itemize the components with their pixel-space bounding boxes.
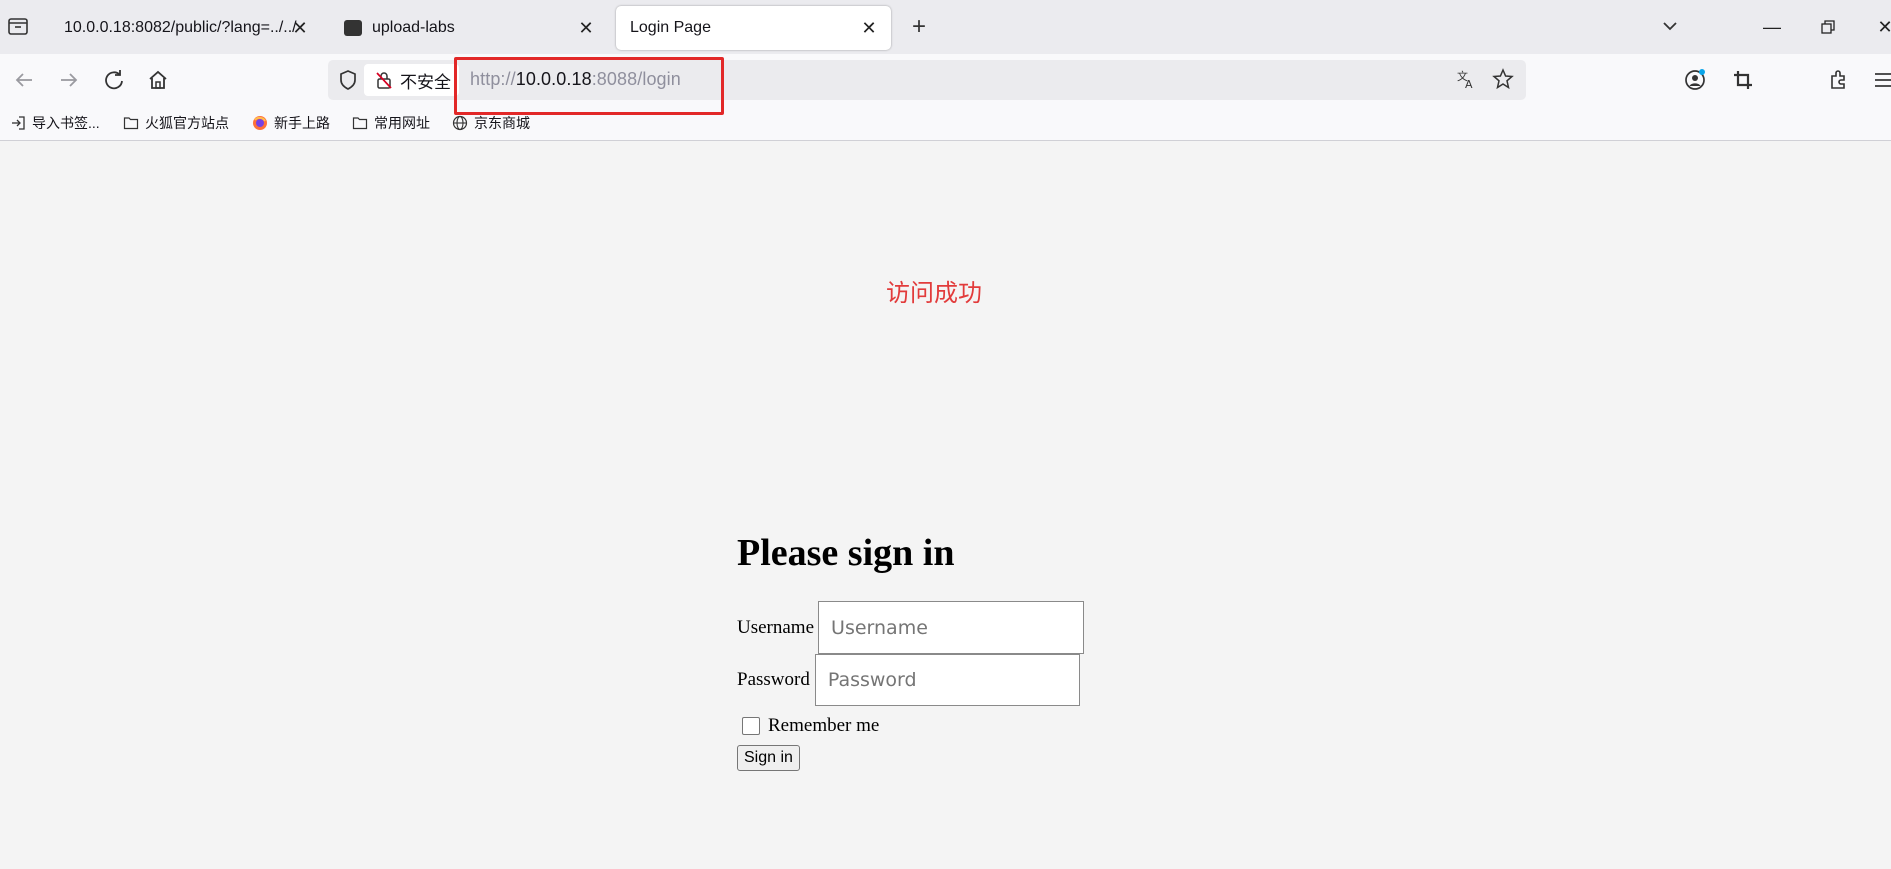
bookmark-label: 新手上路	[274, 115, 330, 131]
security-indicator[interactable]: 不安全	[364, 64, 459, 96]
bookmark-label: 常用网址	[374, 115, 430, 131]
bookmark-label: 京东商城	[474, 115, 530, 131]
extensions-icon[interactable]	[1825, 66, 1853, 94]
signin-button[interactable]: Sign in	[737, 745, 800, 771]
page-content: 访问成功 Please sign in Username Password Re…	[0, 141, 1891, 869]
remember-label: Remember me	[768, 715, 880, 736]
home-icon[interactable]	[144, 66, 172, 94]
tab-strip: 10.0.0.18:8082/public/?lang=../../ ✕ upl…	[0, 0, 1891, 54]
bookmark-common-sites[interactable]: 常用网址	[352, 112, 430, 134]
bookmark-star-icon[interactable]	[1492, 68, 1514, 95]
close-icon[interactable]: ✕	[576, 18, 596, 38]
import-icon	[10, 115, 26, 131]
tab-upload-labs[interactable]: upload-labs ✕	[330, 6, 608, 50]
bookmark-label: 火狐官方站点	[145, 115, 229, 131]
close-icon[interactable]: ✕	[290, 18, 310, 38]
password-row: Password	[737, 654, 1080, 706]
folder-icon	[123, 115, 139, 131]
url-actions: 文A	[1456, 68, 1514, 95]
restore-icon[interactable]	[1813, 12, 1843, 42]
forward-icon[interactable]	[55, 66, 83, 94]
status-message: 访问成功	[886, 280, 982, 307]
bookmark-firefox-site[interactable]: 火狐官方站点	[123, 112, 229, 134]
chevron-down-icon[interactable]	[1658, 14, 1682, 38]
insecure-lock-icon	[374, 70, 394, 90]
security-label: 不安全	[400, 72, 451, 92]
remember-checkbox[interactable]	[742, 717, 760, 735]
reload-icon[interactable]	[100, 66, 128, 94]
username-input[interactable]	[818, 601, 1085, 654]
bookmark-getting-started[interactable]: 新手上路	[252, 112, 330, 134]
password-input[interactable]	[814, 654, 1080, 706]
folder-icon	[352, 115, 368, 131]
window-close-icon[interactable]: ✕	[1870, 12, 1891, 42]
browser-chrome: 10.0.0.18:8082/public/?lang=../../ ✕ upl…	[0, 0, 1891, 141]
password-label: Password	[737, 669, 810, 690]
username-row: Username	[737, 601, 1085, 654]
tab-lang[interactable]: 10.0.0.18:8082/public/?lang=../../ ✕	[50, 6, 322, 50]
bookmarks-toolbar: 导入书签... 火狐官方站点 新手上路 常用网址 京东商城	[0, 106, 1891, 141]
tab-login-page[interactable]: Login Page ✕	[616, 6, 891, 50]
login-form: Please sign in Username Password Remembe…	[737, 531, 1085, 771]
tab-title: Login Page	[630, 19, 711, 36]
bookmark-jd[interactable]: 京东商城	[452, 112, 530, 134]
username-label: Username	[737, 616, 815, 638]
close-icon[interactable]: ✕	[859, 18, 879, 38]
menu-icon[interactable]	[1871, 66, 1891, 94]
navigation-bar: 不安全 http://10.0.0.18:8088/login 文A	[0, 54, 1891, 106]
remember-row: Remember me	[737, 715, 879, 737]
globe-icon	[452, 115, 468, 131]
new-tab-icon[interactable]: +	[906, 14, 932, 40]
account-icon[interactable]	[1681, 66, 1709, 94]
tab-title: 10.0.0.18:8082/public/?lang=../../	[64, 19, 297, 36]
bookmark-label: 导入书签...	[32, 115, 100, 131]
tab-title: upload-labs	[372, 19, 455, 36]
bookmark-import[interactable]: 导入书签...	[10, 112, 100, 134]
page-title: Please sign in	[737, 532, 955, 574]
url-highlight-annotation	[454, 57, 724, 115]
back-icon[interactable]	[10, 66, 38, 94]
firefox-icon	[252, 115, 268, 131]
crop-icon[interactable]	[1729, 66, 1757, 94]
shield-icon[interactable]	[336, 68, 360, 92]
svg-text:A: A	[1465, 78, 1473, 90]
minimize-icon[interactable]: —	[1757, 12, 1787, 42]
upload-labs-favicon-icon	[344, 20, 362, 36]
translate-icon[interactable]: 文A	[1456, 68, 1478, 95]
tab-list-icon[interactable]	[6, 14, 32, 40]
